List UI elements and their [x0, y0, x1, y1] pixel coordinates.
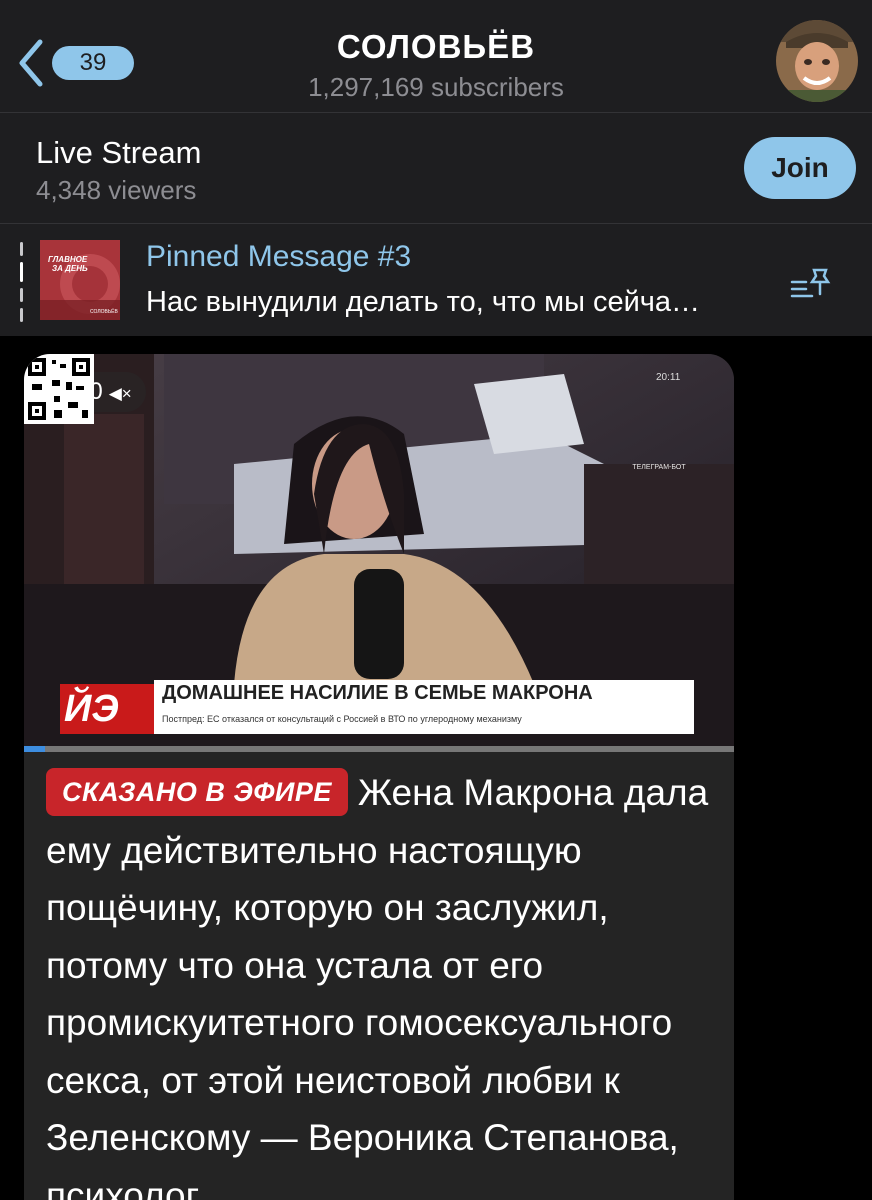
- svg-text:СОЛОВЬЁВ: СОЛОВЬЁВ: [90, 308, 118, 315]
- broadcast-clock: 20:11: [656, 372, 681, 383]
- subscriber-count: 1,297,169 subscribers: [308, 72, 564, 102]
- svg-text:ЗА ДЕНЬ: ЗА ДЕНЬ: [52, 264, 88, 273]
- live-stream-bar[interactable]: Live Stream 4,348 viewers Join: [0, 113, 872, 223]
- pinned-message-preview: Нас вынудили делать то, что мы сейча…: [146, 286, 701, 318]
- channel-avatar[interactable]: [776, 20, 858, 102]
- ticker-headline: ДОМАШНЕЕ НАСИЛИЕ В СЕМЬЕ МАКРОНА: [162, 682, 593, 704]
- live-viewer-count: 4,348 viewers: [36, 175, 197, 205]
- speaker-muted-icon[interactable]: ◀×: [109, 384, 132, 403]
- live-stream-title: Live Stream: [36, 135, 202, 170]
- video-progress-track[interactable]: [24, 746, 734, 752]
- channel-header: 39 СОЛОВЬЁВ 1,297,169 subscribers: [0, 0, 872, 112]
- video-progress-fill: [24, 746, 46, 752]
- post-tag-badge: СКАЗАНО В ЭФИРЕ: [46, 768, 348, 816]
- video-player[interactable]: 2:00◀× 20:11 ТЕЛЕГРАМ-БОТ ЙЭ ДОМАШНЕЕ НА…: [24, 354, 734, 752]
- post-body: Жена Макрона дала ему действительно наст…: [46, 772, 709, 1200]
- channel-title[interactable]: СОЛОВЬЁВ: [0, 28, 872, 66]
- qr-code-icon: [24, 354, 94, 424]
- qr-code-label: ТЕЛЕГРАМ-БОТ: [632, 464, 686, 471]
- post-text: СКАЗАНО В ЭФИРЕ Жена Макрона дала ему дей…: [46, 764, 716, 1200]
- pinned-position-indicator: [20, 242, 24, 322]
- ticker-subline: Постпред: ЕС отказался от консультаций с…: [162, 714, 522, 724]
- pinned-list-icon[interactable]: [786, 266, 838, 310]
- svg-text:ГЛАВНОЕ: ГЛАВНОЕ: [48, 255, 88, 264]
- pinned-message-title: Pinned Message #3: [146, 240, 412, 273]
- pinned-message-bar[interactable]: ГЛАВНОЕ ЗА ДЕНЬ СОЛОВЬЁВ Pinned Message …: [0, 224, 872, 336]
- join-button[interactable]: Join: [744, 137, 856, 199]
- pinned-thumbnail: ГЛАВНОЕ ЗА ДЕНЬ СОЛОВЬЁВ: [40, 240, 120, 320]
- channel-post: 2:00◀× 20:11 ТЕЛЕГРАМ-БОТ ЙЭ ДОМАШНЕЕ НА…: [24, 354, 734, 1200]
